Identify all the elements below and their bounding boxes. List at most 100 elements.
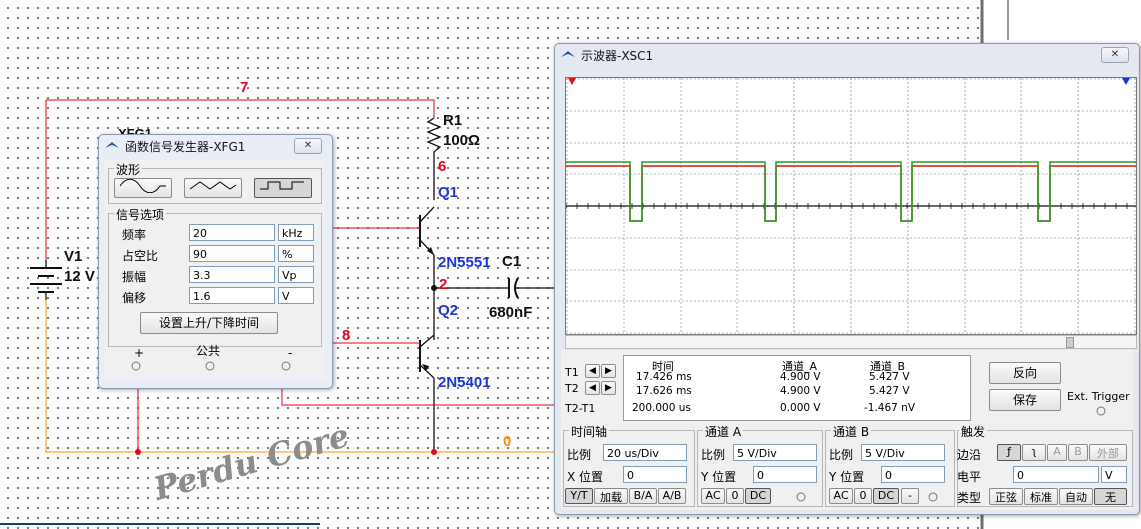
channel-b-zero-button[interactable]: 0 [854, 488, 872, 504]
timebase-scale-label: 比例 [567, 448, 592, 462]
battery-name: V1 [64, 248, 83, 265]
oscilloscope-window[interactable]: 示波器-XSC1 ✕ T1 T2 T2-T1 ◀ ▶ ◀ ▶ 时间 通道_A 通… [554, 43, 1140, 515]
rise-fall-time-button[interactable]: 设置上升/下降时间 [140, 312, 278, 334]
q1-name: Q1 [438, 184, 459, 201]
t1-left-arrow-icon[interactable]: ◀ [585, 364, 600, 378]
t1-channel-b: 5.427 V [869, 371, 910, 383]
save-button[interactable]: 保存 [989, 389, 1061, 411]
channel-a-scale-label: 比例 [701, 448, 726, 462]
terminal-connectors [131, 361, 291, 371]
duty-cycle-label: 占空比 [122, 249, 159, 263]
sine-wave-button[interactable] [114, 178, 172, 198]
offset-input[interactable]: 1.6 [189, 287, 275, 304]
scope-screen[interactable] [565, 77, 1137, 335]
yt-mode-button[interactable]: Y/T [565, 488, 593, 504]
triangle-wave-button[interactable] [184, 178, 242, 198]
channel-b-title: 通道 B [831, 423, 872, 440]
scope-controls: T1 T2 T2-T1 ◀ ▶ ◀ ▶ 时间 通道_A 通道_B 17.426 … [561, 350, 1133, 510]
t2-label: T2 [565, 382, 579, 395]
waveform-group-label: 波形 [114, 161, 143, 178]
trigger-none-button[interactable]: 无 [1094, 488, 1127, 505]
channel-a-zero-button[interactable]: 0 [726, 488, 744, 504]
trigger-single-button[interactable]: 正弦 [989, 488, 1023, 505]
t1-right-arrow-icon[interactable]: ▶ [601, 364, 616, 378]
trigger-normal-button[interactable]: 标准 [1024, 488, 1058, 505]
trigger-external-button[interactable]: 外部 [1089, 444, 1127, 461]
channel-a-scale-input[interactable]: 5 V/Div [733, 444, 817, 461]
close-icon[interactable]: ✕ [294, 138, 322, 154]
channel-a-dc-button[interactable]: DC [745, 488, 771, 504]
q2-name: Q2 [438, 302, 459, 319]
cursor-t1-marker[interactable] [568, 78, 576, 85]
reverse-button[interactable]: 反向 [989, 362, 1061, 384]
scrollbar-thumb[interactable] [1066, 337, 1074, 348]
t2-time: 17.626 ms [636, 385, 692, 397]
trigger-source-a-button[interactable]: A [1047, 444, 1067, 461]
channel-a-ac-button[interactable]: AC [701, 488, 725, 504]
cursor-t2-marker[interactable] [1122, 78, 1130, 85]
trigger-level-input[interactable]: 0 [1013, 466, 1099, 483]
channel-b-connector [928, 492, 938, 502]
node-label-6: 6 [438, 158, 447, 175]
node-label-7: 7 [240, 79, 249, 96]
trigger-type-label: 类型 [957, 491, 982, 505]
t2-right-arrow-icon[interactable]: ▶ [601, 381, 616, 395]
scope-traces [565, 78, 1136, 334]
rising-edge-button[interactable]: ƒ [997, 444, 1021, 461]
channel-a-title: 通道 A [703, 423, 744, 440]
t1-label: T1 [565, 366, 579, 379]
scope-titlebar[interactable]: 示波器-XSC1 [555, 44, 1139, 66]
frequency-unit[interactable]: kHz [278, 224, 314, 241]
channel-b-minus-button[interactable]: - [901, 488, 919, 504]
trigger-title: 触发 [959, 423, 988, 440]
channel-b-dc-button[interactable]: DC [873, 488, 899, 504]
measurement-readout: 时间 通道_A 通道_B 17.426 ms 4.900 V 5.427 V 1… [623, 355, 971, 421]
frequency-input[interactable]: 20 [189, 224, 275, 241]
duty-cycle-input[interactable]: 90 [189, 245, 275, 262]
amplitude-label: 振幅 [122, 270, 147, 284]
channel-b-ypos-input[interactable]: 0 [881, 466, 945, 483]
plus-terminal-label: + [134, 346, 145, 360]
common-terminal-label: 公共 [196, 344, 221, 358]
function-generator-window[interactable]: 函数信号发生器-XFG1 ✕ 波形 信号选项 频率 20 kHz 占空比 90 … [98, 134, 333, 389]
fg-title: 函数信号发生器-XFG1 [125, 139, 246, 154]
load-mode-button[interactable]: 加载 [594, 488, 628, 504]
ab-mode-button[interactable]: A/B [658, 488, 686, 504]
channel-b-scale-input[interactable]: 5 V/Div [861, 444, 945, 461]
x-position-input[interactable]: 0 [623, 466, 687, 483]
square-wave-icon [260, 181, 304, 190]
trigger-auto-button[interactable]: 自动 [1059, 488, 1093, 505]
duty-cycle-unit[interactable]: % [278, 245, 314, 262]
screen-scrollbar[interactable] [565, 335, 1137, 349]
channel-a-ypos-input[interactable]: 0 [753, 466, 817, 483]
ba-mode-button[interactable]: B/A [629, 488, 657, 504]
q2-model: 2N5401 [438, 374, 491, 391]
frequency-label: 频率 [122, 228, 147, 242]
x-position-label: X 位置 [567, 470, 604, 484]
falling-edge-button[interactable]: ʅ [1022, 444, 1046, 461]
timebase-scale-input[interactable]: 20 us/Div [603, 444, 687, 461]
minus-terminal-label: - [288, 346, 293, 360]
close-icon[interactable]: ✕ [1101, 47, 1129, 63]
offset-label: 偏移 [122, 291, 147, 305]
t2-channel-b: 5.427 V [869, 385, 910, 397]
dt-time: 200.000 us [632, 402, 691, 414]
t2-left-arrow-icon[interactable]: ◀ [585, 381, 600, 395]
ext-trigger-connector [1096, 406, 1106, 416]
t1-channel-a: 4.900 V [780, 371, 821, 383]
amplitude-unit[interactable]: Vp [278, 266, 314, 283]
t2-channel-a: 4.900 V [780, 385, 821, 397]
trigger-level-unit[interactable]: V [1101, 466, 1127, 483]
channel-b-ac-button[interactable]: AC [829, 488, 853, 504]
node-label-2: 2 [439, 276, 448, 293]
square-wave-button[interactable] [254, 178, 312, 198]
cap-name: C1 [502, 253, 522, 270]
trigger-source-b-button[interactable]: B [1068, 444, 1088, 461]
offset-unit[interactable]: V [278, 287, 314, 304]
fg-body: 波形 信号选项 频率 20 kHz 占空比 90 % 振幅 3.3 Vp 偏移 … [104, 160, 325, 380]
trigger-level-label: 电平 [957, 470, 982, 484]
t2-t1-label: T2-T1 [565, 402, 596, 415]
timebase-title: 时间轴 [569, 423, 610, 440]
amplitude-input[interactable]: 3.3 [189, 266, 275, 283]
channel-a-ypos-label: Y 位置 [701, 470, 737, 484]
